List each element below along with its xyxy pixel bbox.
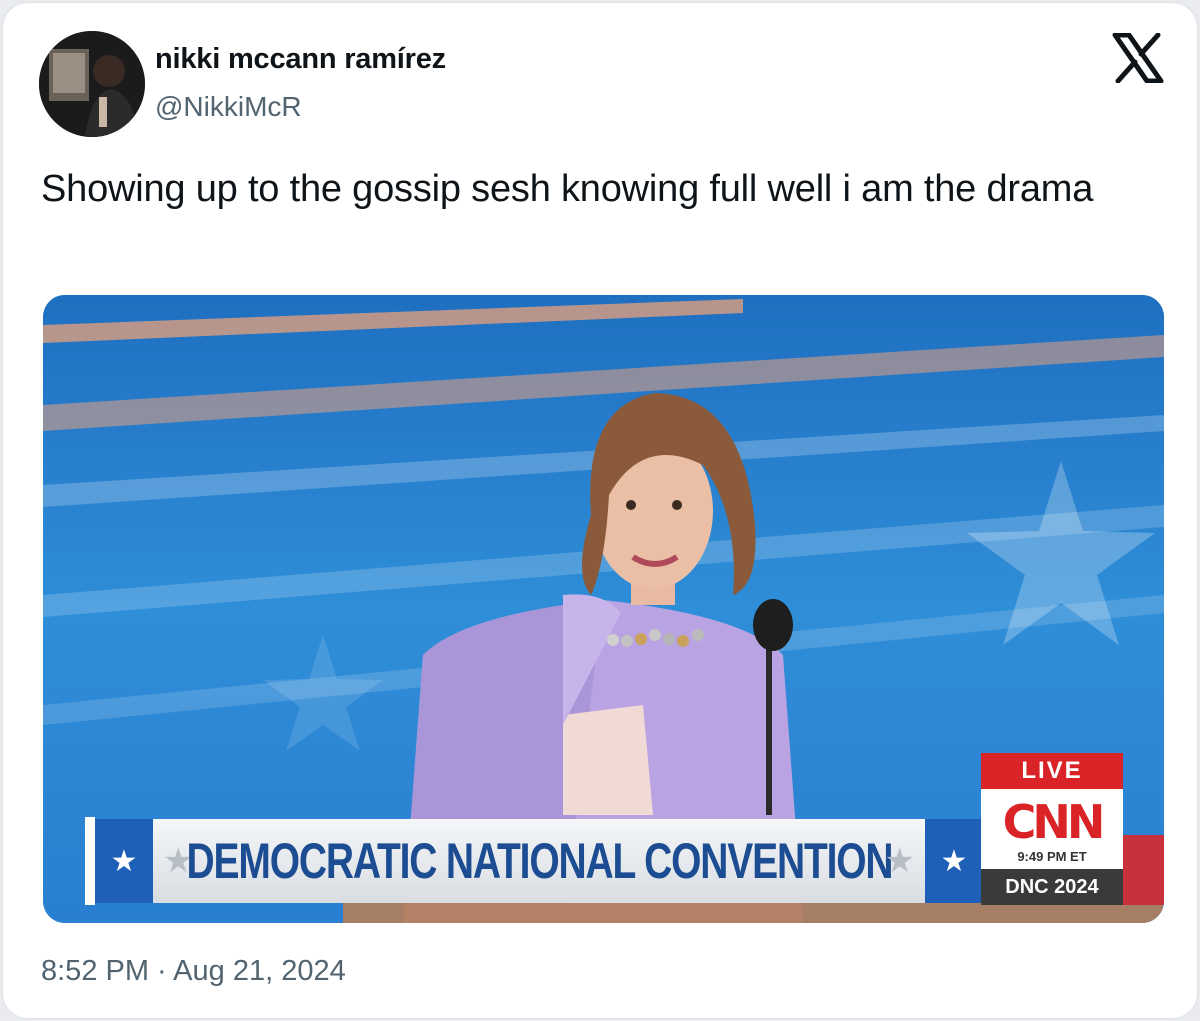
star-icon: ★ xyxy=(925,819,983,903)
network-bug: LIVE CNN 9:49 PM ET DNC 2024 xyxy=(981,753,1123,905)
star-icon: ★ xyxy=(884,842,915,880)
chyron-title: DEMOCRATIC NATIONAL CONVENTION xyxy=(186,833,893,889)
news-chyron: ★ ★ DEMOCRATIC NATIONAL CONVENTION ★ ★ xyxy=(85,815,985,907)
author-avatar[interactable] xyxy=(39,31,145,137)
cnn-logo-icon: CNN 9:49 PM ET xyxy=(981,789,1123,869)
chyron-banner: ★ DEMOCRATIC NATIONAL CONVENTION ★ xyxy=(153,819,925,903)
tweet-text: Showing up to the gossip sesh knowing fu… xyxy=(41,168,1094,210)
author-handle[interactable]: @NikkiMcR xyxy=(155,91,302,123)
post-timestamp[interactable]: 8:52 PM · Aug 21, 2024 xyxy=(41,955,346,988)
network-logo-text: CNN xyxy=(1002,795,1106,849)
flag-stripe xyxy=(1121,835,1164,905)
video-still[interactable]: ★ ★ DEMOCRATIC NATIONAL CONVENTION ★ ★ L… xyxy=(43,295,1164,923)
event-tag: DNC 2024 xyxy=(981,869,1123,905)
author-display-name[interactable]: nikki mccann ramírez xyxy=(155,43,446,76)
broadcast-time: 9:49 PM ET xyxy=(1017,849,1087,864)
star-icon: ★ xyxy=(95,819,153,903)
x-logo-icon[interactable] xyxy=(1111,32,1165,84)
tweet-card: nikki mccann ramírez @NikkiMcR Showing u… xyxy=(2,2,1198,1019)
live-badge: LIVE xyxy=(981,753,1123,789)
chyron-edge xyxy=(85,817,95,905)
